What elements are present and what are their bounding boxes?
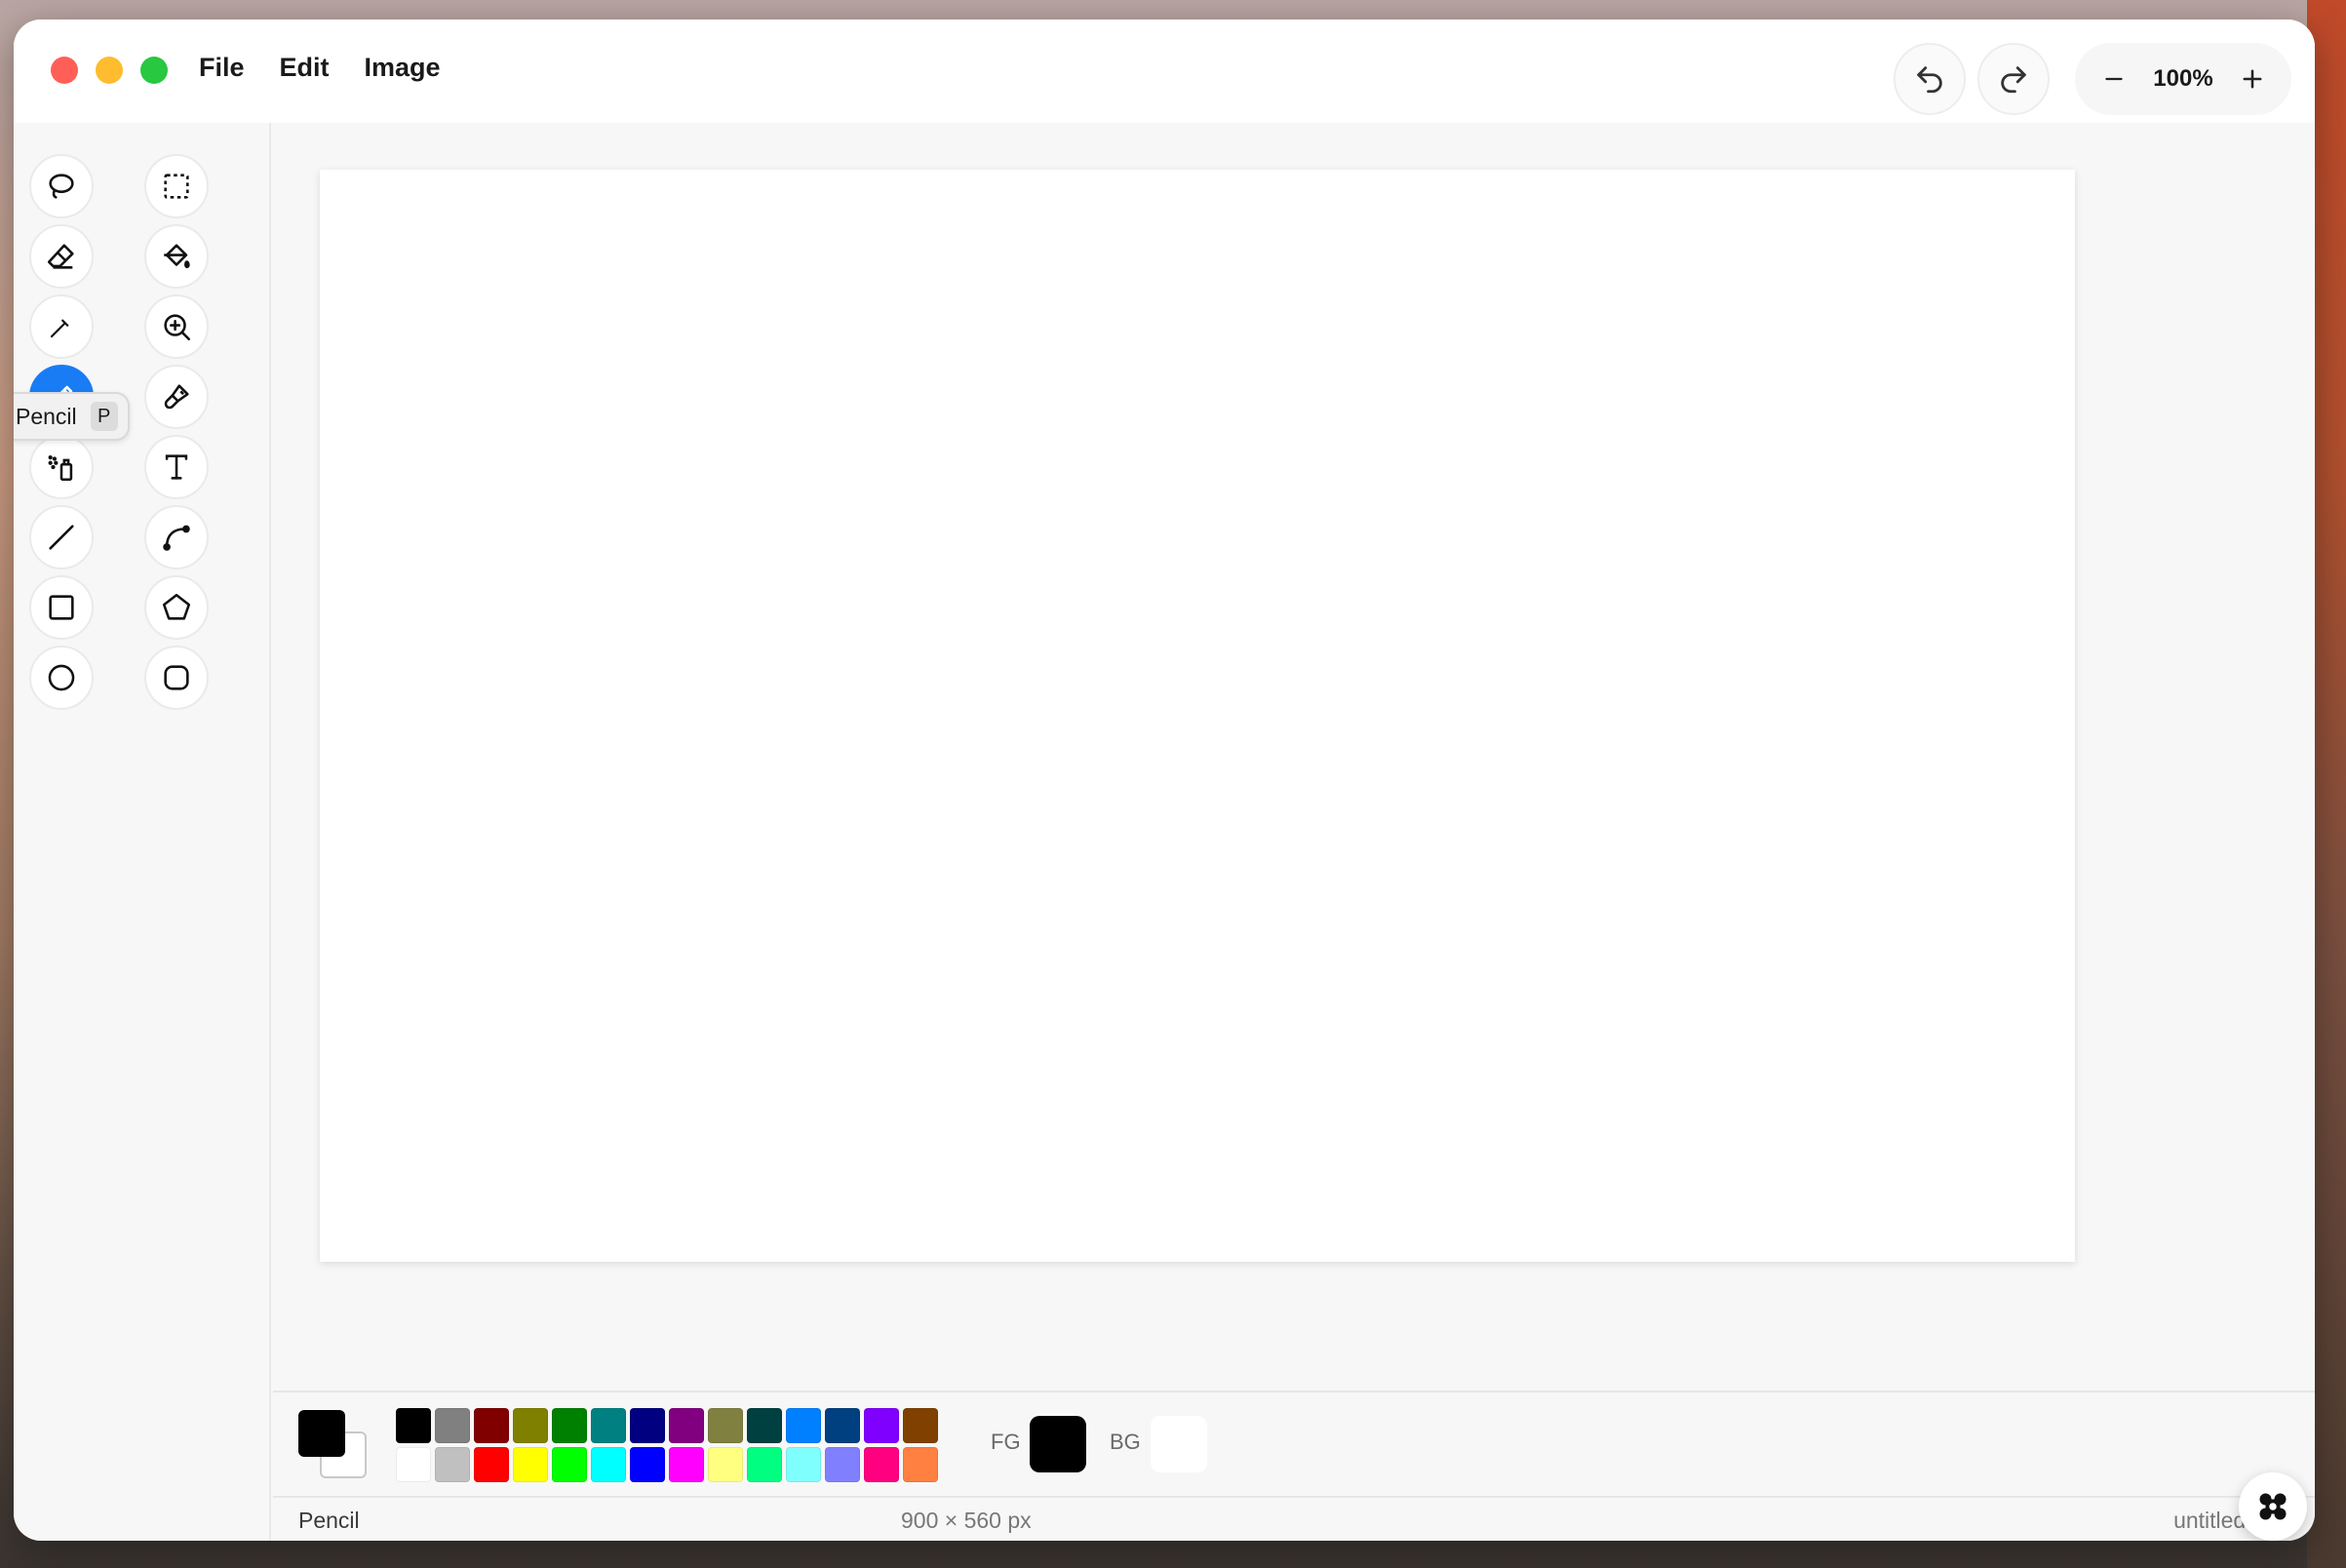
maximize-button[interactable] xyxy=(140,57,168,84)
bg-color-box[interactable] xyxy=(1151,1416,1207,1472)
tool-fill-bucket[interactable] xyxy=(144,224,209,289)
line-icon xyxy=(49,525,74,550)
rounded-rect-icon xyxy=(164,665,189,690)
color-swatch[interactable] xyxy=(513,1447,548,1482)
clover-icon xyxy=(2259,1493,2287,1520)
color-swatch[interactable] xyxy=(903,1408,938,1443)
color-swatch[interactable] xyxy=(747,1447,782,1482)
plus-icon xyxy=(2243,69,2262,89)
minimize-button[interactable] xyxy=(96,57,123,84)
color-swatch[interactable] xyxy=(435,1447,470,1482)
color-swatch[interactable] xyxy=(825,1447,860,1482)
tool-airbrush[interactable] xyxy=(29,435,94,499)
tool-curve[interactable] xyxy=(144,505,209,569)
color-swatch[interactable] xyxy=(786,1447,821,1482)
titlebar: File Edit Image 100% xyxy=(14,20,2315,123)
menu-edit[interactable]: Edit xyxy=(280,53,330,83)
status-bar: Pencil 900 × 560 px untitled.png xyxy=(273,1496,2315,1541)
redo-icon xyxy=(2001,66,2026,94)
curve-icon xyxy=(163,525,190,551)
fg-label: FG xyxy=(991,1430,1021,1454)
zoom-control: 100% xyxy=(2075,43,2291,115)
bg-label: BG xyxy=(1110,1430,1141,1454)
undo-button[interactable] xyxy=(1894,43,1966,115)
rect-select-icon xyxy=(164,174,189,199)
redo-button[interactable] xyxy=(1977,43,2050,115)
lasso-icon xyxy=(49,174,74,199)
eraser-icon xyxy=(47,244,74,269)
color-swatch[interactable] xyxy=(864,1408,899,1443)
color-swatch[interactable] xyxy=(396,1408,431,1443)
color-swatch[interactable] xyxy=(396,1447,431,1482)
drawing-canvas[interactable] xyxy=(320,170,2075,1262)
color-swatch[interactable] xyxy=(591,1447,626,1482)
tool-eraser[interactable] xyxy=(29,224,94,289)
color-swatch[interactable] xyxy=(786,1408,821,1443)
color-swatch[interactable] xyxy=(708,1408,743,1443)
tool-text[interactable] xyxy=(144,435,209,499)
tool-rect-select[interactable] xyxy=(144,154,209,218)
polygon-icon xyxy=(162,593,191,620)
color-swatch[interactable] xyxy=(903,1447,938,1482)
menu-file[interactable]: File xyxy=(199,53,245,83)
fill-bucket-icon xyxy=(164,244,190,269)
tool-lasso[interactable] xyxy=(29,154,94,218)
menu-bar: File Edit Image xyxy=(199,53,441,83)
tool-sidebar: Pencil P xyxy=(14,123,271,1541)
color-swatch[interactable] xyxy=(630,1447,665,1482)
tooltip-label: Pencil xyxy=(16,403,77,429)
fg-color-box[interactable] xyxy=(1030,1416,1086,1472)
zoom-in-button[interactable] xyxy=(2231,58,2274,100)
zoom-level: 100% xyxy=(2153,65,2213,92)
status-dimensions: 900 × 560 px xyxy=(901,1508,1032,1533)
color-swatch[interactable] xyxy=(864,1447,899,1482)
palette-bar: FG BG xyxy=(273,1391,2315,1496)
color-swatch[interactable] xyxy=(630,1408,665,1443)
color-swatch[interactable] xyxy=(474,1447,509,1482)
color-swatch[interactable] xyxy=(474,1408,509,1443)
current-fg-swatch[interactable] xyxy=(298,1410,345,1457)
tool-line[interactable] xyxy=(29,505,94,569)
zoom-icon xyxy=(164,314,191,341)
tool-rectangle[interactable] xyxy=(29,575,94,640)
tooltip-shortcut: P xyxy=(90,402,118,431)
airbrush-icon xyxy=(48,454,73,482)
color-swatch[interactable] xyxy=(825,1408,860,1443)
color-swatch[interactable] xyxy=(747,1408,782,1443)
color-swatch[interactable] xyxy=(513,1408,548,1443)
status-tool: Pencil xyxy=(298,1508,360,1533)
brush-icon xyxy=(164,384,189,410)
color-swatch[interactable] xyxy=(552,1408,587,1443)
close-button[interactable] xyxy=(51,57,78,84)
text-icon xyxy=(165,454,188,480)
tool-tooltip: Pencil P xyxy=(14,392,130,441)
color-swatches xyxy=(396,1408,938,1482)
traffic-lights xyxy=(51,57,168,84)
paint-window: File Edit Image 100% Pencil P FG BG Penc… xyxy=(14,20,2315,1541)
color-swatch[interactable] xyxy=(708,1447,743,1482)
rectangle-icon xyxy=(49,595,74,620)
menu-image[interactable]: Image xyxy=(365,53,441,83)
tool-polygon[interactable] xyxy=(144,575,209,640)
color-swatch[interactable] xyxy=(669,1447,704,1482)
tool-zoom[interactable] xyxy=(144,294,209,359)
tool-ellipse[interactable] xyxy=(29,646,94,710)
zoom-out-button[interactable] xyxy=(2092,58,2135,100)
undo-icon xyxy=(1917,66,1942,94)
ellipse-icon xyxy=(48,664,75,691)
canvas-area xyxy=(273,123,2315,1391)
color-picker-icon xyxy=(50,319,69,338)
minus-icon xyxy=(2105,77,2123,81)
color-swatch[interactable] xyxy=(552,1447,587,1482)
tool-color-picker[interactable] xyxy=(29,294,94,359)
tool-brush[interactable] xyxy=(144,365,209,429)
color-swatch[interactable] xyxy=(669,1408,704,1443)
color-swatch[interactable] xyxy=(591,1408,626,1443)
color-swatch[interactable] xyxy=(435,1408,470,1443)
extensions-button[interactable] xyxy=(2239,1472,2307,1541)
tool-rounded-rect[interactable] xyxy=(144,646,209,710)
